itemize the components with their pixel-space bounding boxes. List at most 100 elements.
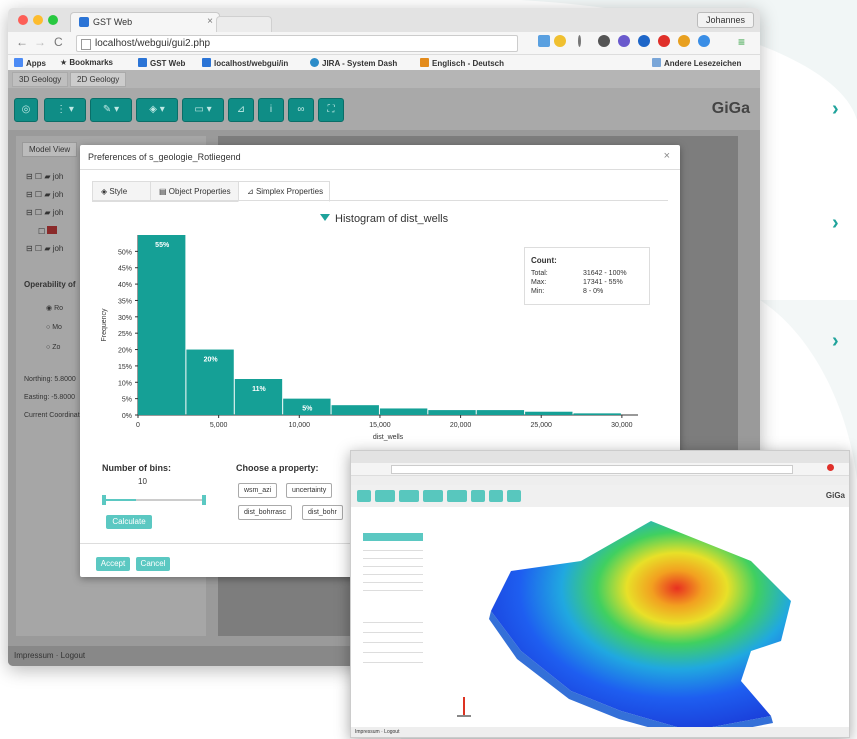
browser-tab[interactable]: GST Web × (70, 12, 220, 33)
dialog-title: Preferences of s_geologie_Rotliegend (88, 152, 241, 162)
bookmark-englisch[interactable]: Englisch - Deutsch (420, 58, 504, 68)
status-links[interactable]: Impressum · Logout (14, 651, 85, 660)
y-tick-label: 15% (118, 364, 132, 371)
histogram-bar (476, 410, 525, 415)
chart-tool-button[interactable]: ⊿ (228, 98, 254, 122)
pencil-tool-button[interactable]: ✎ ▾ (90, 98, 132, 122)
extension-icon[interactable] (578, 35, 581, 47)
link-tool-button[interactable]: ∞ (288, 98, 314, 122)
menu-icon[interactable]: ≡ (738, 35, 745, 49)
extension-icon[interactable] (598, 35, 610, 47)
axes-gizmo (457, 697, 471, 725)
tab-simplex-properties[interactable]: ⊿ Simplex Properties (238, 181, 330, 202)
giga-logo: GiGa (711, 100, 750, 117)
op-option[interactable]: ◉ Ro (46, 304, 63, 312)
extension-icon[interactable] (698, 35, 710, 47)
minimize-window-button[interactable] (33, 15, 43, 25)
star-icon[interactable] (554, 35, 566, 47)
property-label: Choose a property: (236, 463, 319, 473)
tree-item[interactable]: ⊟ ☐ ▰ joh (26, 208, 63, 217)
histogram-title: Histogram of dist_wells (320, 213, 448, 225)
tab-2d-geology[interactable]: 2D Geology (70, 72, 127, 87)
y-tick-label: 40% (118, 282, 132, 289)
maximize-window-button[interactable] (48, 15, 58, 25)
forward-icon[interactable]: → (34, 35, 46, 49)
bullet-icon: › (832, 330, 839, 352)
inset-addressbar (351, 463, 849, 476)
url-input[interactable]: localhost/webgui/gui2.php (76, 35, 518, 52)
property-button[interactable]: wsm_azi (238, 483, 278, 498)
property-button[interactable]: dist_bohr (302, 505, 343, 520)
extension-icon[interactable] (638, 35, 650, 47)
y-tick-label: 25% (118, 331, 132, 338)
tab-3d-geology[interactable]: 3D Geology (12, 72, 69, 87)
histogram-bar (379, 408, 428, 415)
tree-item[interactable]: ⊟ ☐ ▰ joh (26, 244, 63, 253)
bar-data-label: 11% (252, 386, 266, 393)
bookmark-localhost[interactable]: localhost/webgui/in (202, 58, 288, 68)
histogram-bar (234, 379, 283, 415)
bar-data-label: 20% (204, 357, 219, 364)
tab-object-properties[interactable]: ▤ Object Properties (150, 181, 240, 202)
y-tick-label: 10% (118, 380, 132, 387)
close-window-button[interactable] (18, 15, 28, 25)
inset-left-panel (357, 513, 439, 723)
extension-icon[interactable] (658, 35, 670, 47)
x-tick-label: 0 (136, 422, 140, 429)
cancel-button[interactable]: Cancel (136, 557, 170, 571)
y-tick-label: 50% (118, 249, 132, 256)
display-tool-button[interactable]: ▭ ▾ (182, 98, 224, 122)
back-icon[interactable]: ← (16, 35, 28, 49)
inset-giga-logo: GiGa (825, 491, 845, 500)
bookmark-jira[interactable]: JIRA - System Dash (310, 58, 397, 68)
address-bar-row: ← → C localhost/webgui/gui2.php ≡ (8, 32, 760, 55)
tab-model-view[interactable]: Model View (22, 142, 78, 157)
property-button[interactable]: dist_bohrrasc (238, 505, 293, 520)
tab-style[interactable]: ◈ Style (92, 181, 152, 202)
bookmark-apps[interactable]: Apps (14, 58, 46, 68)
extension-icon[interactable] (678, 35, 690, 47)
histogram-bar (428, 410, 476, 415)
bins-slider[interactable] (102, 495, 206, 505)
bookmark-other[interactable]: Andere Lesezeichen (652, 58, 741, 68)
extension-icon[interactable] (618, 35, 630, 47)
info-tool-button[interactable]: i (258, 98, 284, 122)
inset-status-bar: Impressum · Logout (351, 727, 849, 737)
new-tab-button[interactable] (216, 16, 272, 33)
close-icon[interactable]: × (664, 150, 670, 162)
op-option[interactable]: ○ Mo (46, 324, 62, 331)
target-tool-button[interactable]: ◎ (14, 98, 38, 122)
bins-label: Number of bins: (102, 463, 171, 473)
tree-item[interactable]: ⊟ ☐ ▰ joh (26, 190, 63, 199)
tree-item[interactable]: ⊟ ☐ ▰ joh (26, 172, 63, 181)
accept-button[interactable]: Accept (96, 557, 130, 571)
user-profile-button[interactable]: Johannes (696, 12, 754, 28)
x-tick-label: 25,000 (531, 422, 553, 429)
property-button[interactable]: uncertainty (286, 483, 333, 498)
page-icon (81, 39, 91, 50)
op-option[interactable]: ○ Zo (46, 344, 60, 351)
layers-tool-button[interactable]: ⋮ ▾ (44, 98, 86, 122)
calculate-button[interactable]: Calculate (106, 515, 152, 529)
bookmark-bookmarks[interactable]: ★ Bookmarks (60, 58, 113, 67)
bar-data-label: 55% (155, 242, 170, 249)
bookmark-gst-web[interactable]: GST Web (138, 58, 185, 68)
extension-icon[interactable] (538, 35, 550, 47)
app-tabs: 3D Geology 2D Geology (8, 70, 760, 88)
reload-icon[interactable]: C (54, 35, 63, 49)
bullet-icon: › (832, 98, 839, 120)
divider (80, 169, 680, 170)
fill-tool-button[interactable]: ◈ ▾ (136, 98, 178, 122)
close-tab-icon[interactable]: × (207, 16, 213, 27)
fullscreen-tool-button[interactable]: ⛶ (318, 98, 344, 122)
tree-item-color[interactable]: ☐ (38, 226, 58, 236)
inset-screenshot: GiGa Impressum · Logout (350, 450, 850, 738)
current-coordinate-text: Current Coordinate (24, 412, 84, 419)
x-axis-label: dist_wells (373, 434, 404, 441)
triangle-icon (320, 214, 330, 221)
northing-text: Northing: 5.8000 (24, 376, 76, 383)
y-tick-label: 35% (118, 298, 132, 305)
y-tick-label: 5% (122, 397, 132, 404)
inset-titlebar (351, 451, 849, 463)
easting-text: Easting: -5.8000 (24, 394, 75, 401)
